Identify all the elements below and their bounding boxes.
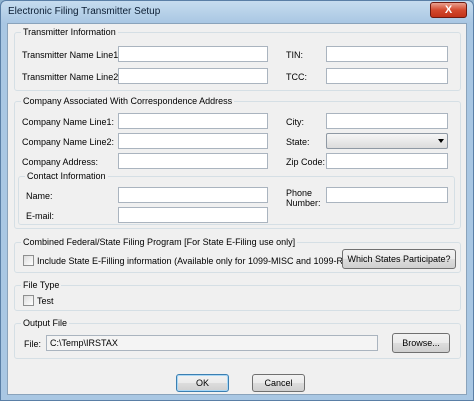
company-group-title: Company Associated With Correspondence A… xyxy=(21,96,235,106)
phone-input[interactable] xyxy=(326,187,448,203)
city-label: City: xyxy=(286,117,304,127)
transmitter-name-line1-input[interactable] xyxy=(118,46,268,62)
company-name-line2-input[interactable] xyxy=(118,133,268,149)
state-label: State: xyxy=(286,137,310,147)
tcc-input[interactable] xyxy=(326,68,448,84)
browse-button[interactable]: Browse... xyxy=(392,333,450,353)
tin-label: TIN: xyxy=(286,50,303,60)
company-name-line1-label: Company Name Line1: xyxy=(22,117,115,127)
dialog-client: Transmitter Information Transmitter Name… xyxy=(7,23,467,395)
which-states-button[interactable]: Which States Participate? xyxy=(342,249,456,269)
cancel-button[interactable]: Cancel xyxy=(252,374,305,392)
chevron-down-icon xyxy=(438,139,444,143)
window-title: Electronic Filing Transmitter Setup xyxy=(8,6,161,17)
state-select[interactable] xyxy=(326,133,448,149)
zip-input[interactable] xyxy=(326,153,448,169)
file-type-group-title: File Type xyxy=(21,280,62,290)
company-name-line2-label: Company Name Line2: xyxy=(22,137,115,147)
output-file-group-title: Output File xyxy=(21,318,70,328)
dialog-window: Electronic Filing Transmitter Setup X Tr… xyxy=(0,0,474,401)
company-address-label: Company Address: xyxy=(22,157,99,167)
test-checkbox[interactable] xyxy=(23,295,34,306)
tcc-label: TCC: xyxy=(286,72,307,82)
file-label: File: xyxy=(24,339,42,349)
title-bar[interactable]: Electronic Filing Transmitter Setup X xyxy=(1,1,473,23)
transmitter-name-line2-input[interactable] xyxy=(118,68,268,84)
transmitter-group-title: Transmitter Information xyxy=(21,27,118,37)
combined-filing-group-title: Combined Federal/State Filing Program [F… xyxy=(21,237,298,247)
transmitter-name-line1-label: Transmitter Name Line1: xyxy=(22,50,121,60)
contact-name-label: Name: xyxy=(26,191,53,201)
contact-email-input[interactable] xyxy=(118,207,268,223)
state-efiling-checkbox[interactable] xyxy=(23,255,34,266)
contact-name-input[interactable] xyxy=(118,187,268,203)
tin-input[interactable] xyxy=(326,46,448,62)
test-label[interactable]: Test xyxy=(37,296,54,306)
zip-label: Zip Code: xyxy=(286,157,326,167)
city-input[interactable] xyxy=(326,113,448,129)
phone-label-line1: Phone xyxy=(286,188,313,198)
transmitter-name-line2-label: Transmitter Name Line2: xyxy=(22,72,121,82)
file-type-group: File Type xyxy=(14,280,461,311)
company-name-line1-input[interactable] xyxy=(118,113,268,129)
company-address-input[interactable] xyxy=(118,153,268,169)
state-efiling-label[interactable]: Include State E-Filling information (Ava… xyxy=(37,256,346,266)
contact-group-title: Contact Information xyxy=(25,171,108,181)
contact-email-label: E-mail: xyxy=(26,211,55,221)
ok-button[interactable]: OK xyxy=(176,374,229,392)
output-file-input[interactable] xyxy=(46,335,378,351)
close-button[interactable]: X xyxy=(430,2,467,18)
phone-label-line2: Number: xyxy=(286,198,321,208)
